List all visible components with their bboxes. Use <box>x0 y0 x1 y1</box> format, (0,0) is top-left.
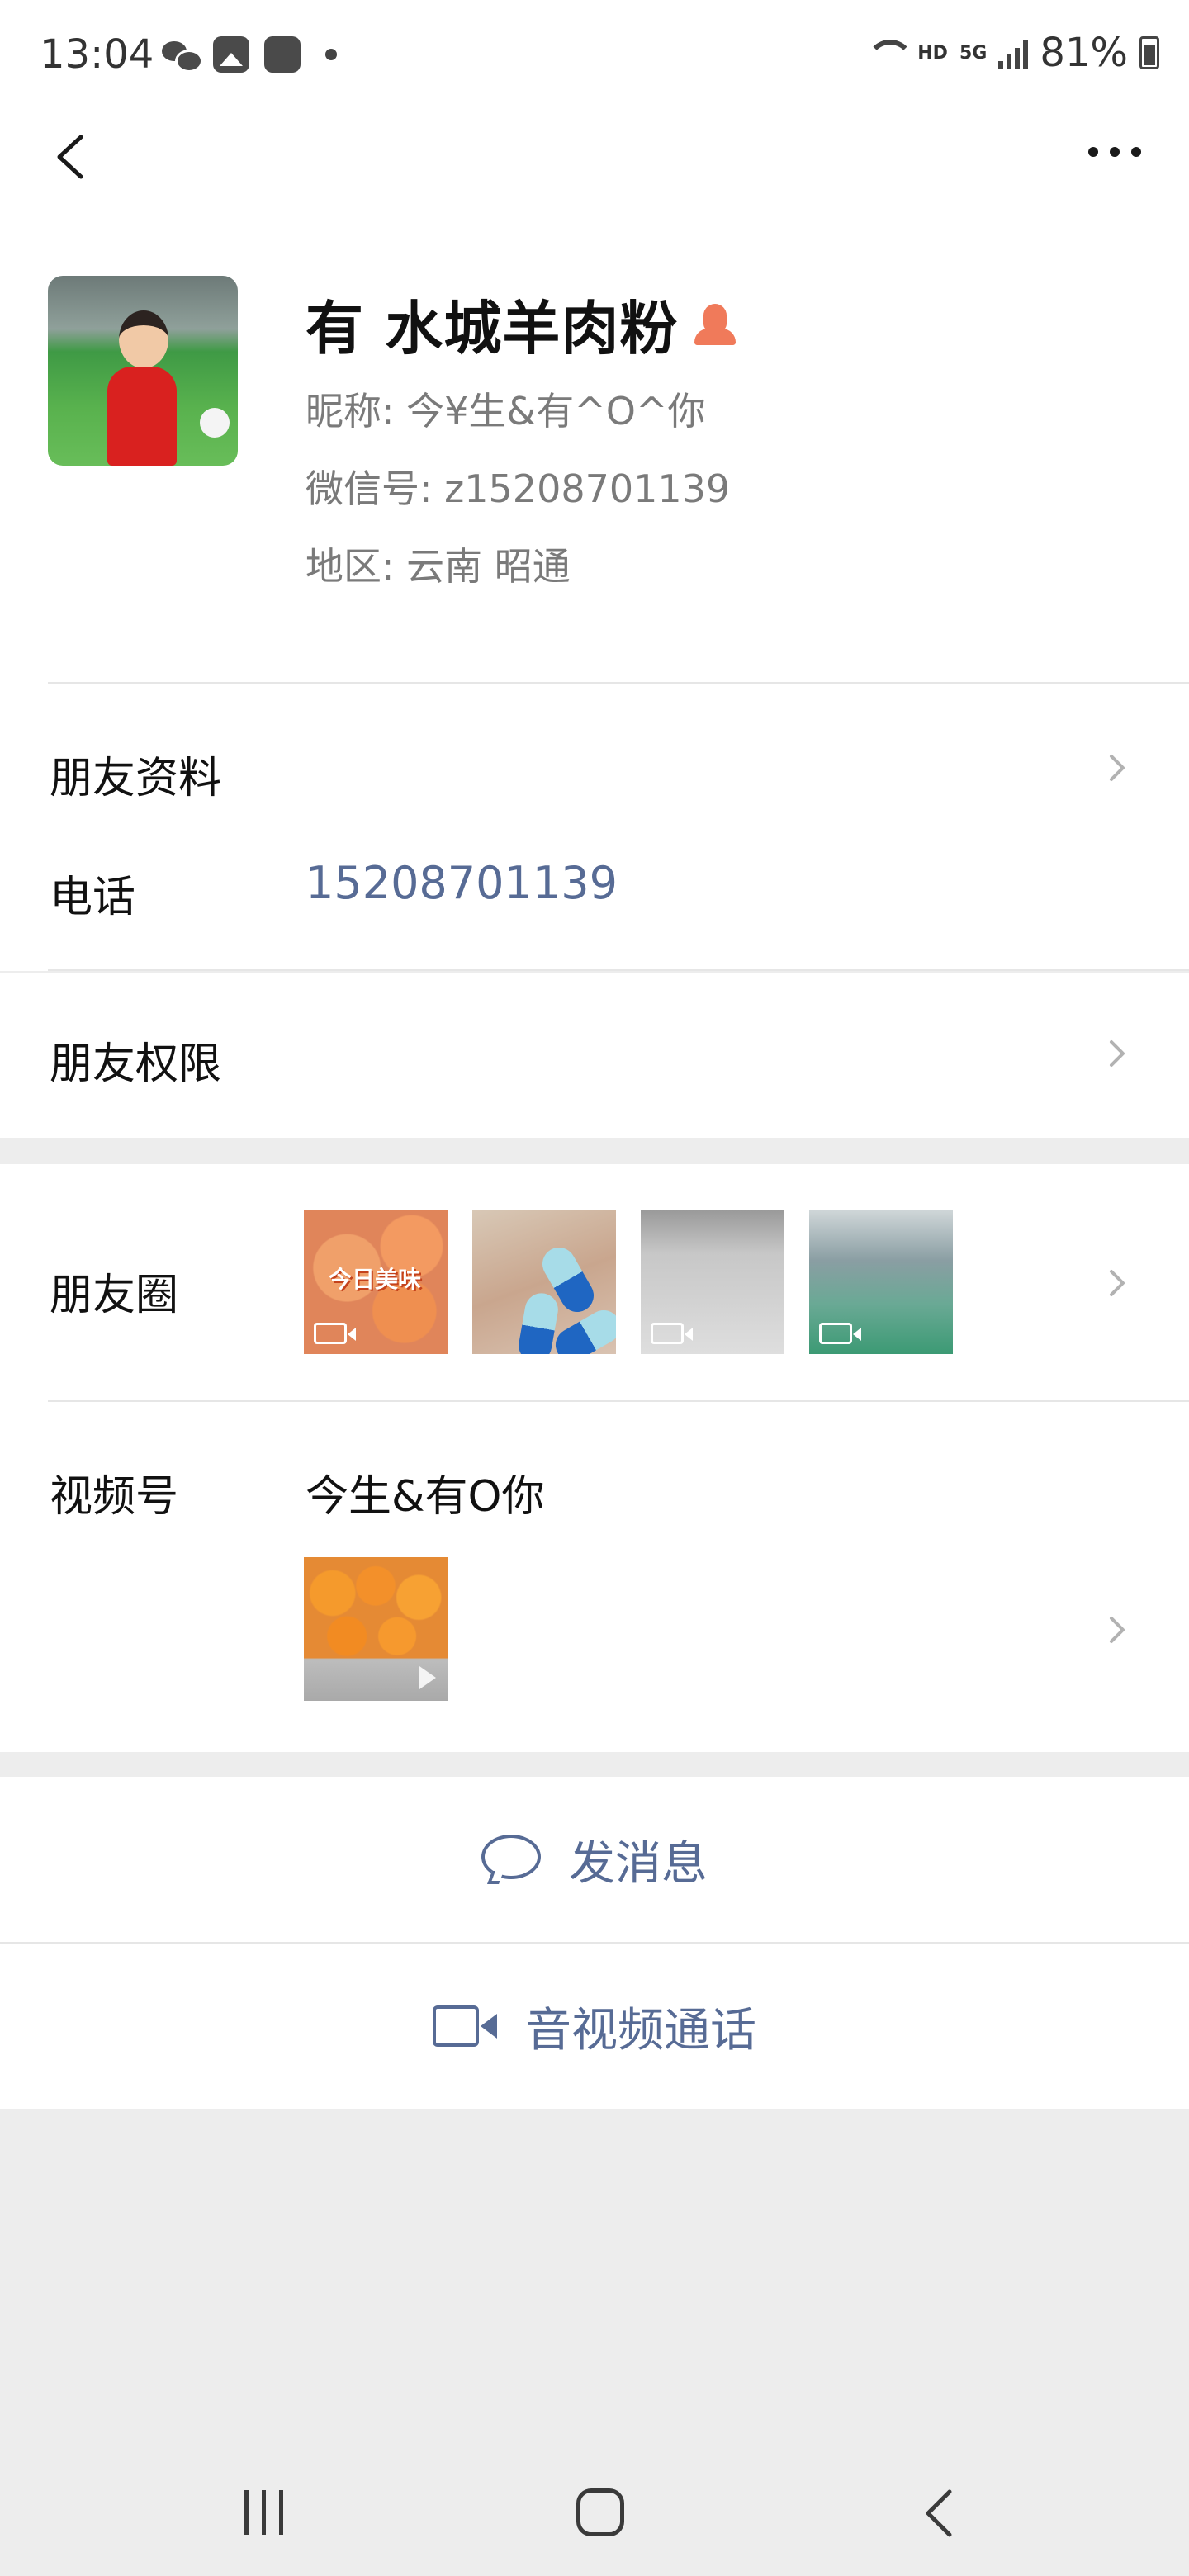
friend-permissions-label: 朋友权限 <box>50 1039 222 1089</box>
phone-number-link[interactable]: 15208701139 <box>306 857 618 909</box>
play-icon <box>419 1666 436 1689</box>
channel-thumbnail <box>304 1557 448 1701</box>
hd-label: HD <box>917 42 948 64</box>
female-gender-icon <box>693 302 737 347</box>
avatar[interactable] <box>48 276 238 466</box>
gallery-notification-icon <box>213 36 249 73</box>
chevron-right-icon <box>1110 1040 1125 1067</box>
system-navigation-bar <box>0 2419 1189 2576</box>
wechat-id: 微信号: z15208701139 <box>306 466 731 511</box>
phone-label: 电话 <box>50 873 136 922</box>
contact-name: 有 水城羊肉粉 <box>306 295 679 362</box>
moment-thumbnail: 今日美味 <box>304 1210 448 1354</box>
wifi-icon <box>865 36 915 69</box>
nickname: 昵称: 今¥生&有^O^你 <box>306 389 706 433</box>
status-time: 13:04 <box>40 31 154 78</box>
video-camera-icon <box>433 2005 497 2047</box>
chevron-right-icon <box>1110 1617 1125 1643</box>
name-row: 有 水城羊肉粉 <box>306 282 737 366</box>
moments-row[interactable]: 朋友圈 今日美味 <box>0 1164 1189 1402</box>
friend-info-section: 朋友资料 电话 15208701139 <box>0 685 1189 971</box>
network-gen-label: 5G <box>959 42 988 64</box>
region: 地区: 云南 昭通 <box>306 544 571 589</box>
video-badge-icon <box>651 1323 693 1344</box>
notification-icons <box>162 36 337 73</box>
more-dots-icon[interactable] <box>1088 147 1141 157</box>
battery-percent: 81% <box>1040 30 1128 76</box>
status-right: HD 5G 81% <box>865 30 1159 76</box>
thumbnail-caption: 今日美味 <box>329 1266 422 1293</box>
signal-icon <box>998 36 1029 69</box>
moments-label: 朋友圈 <box>50 1271 179 1320</box>
channel-name: 今生&有O你 <box>306 1472 545 1522</box>
phone-row: 电话 15208701139 <box>0 809 1189 971</box>
friend-permissions-row[interactable]: 朋友权限 <box>0 973 1189 1138</box>
video-badge-icon <box>819 1323 861 1344</box>
recent-apps-icon[interactable] <box>244 2490 283 2535</box>
system-back-icon[interactable] <box>917 2487 969 2540</box>
wechat-notification-icon <box>162 36 203 73</box>
top-nav-bar <box>0 107 1189 206</box>
moments-channels-section: 朋友圈 今日美味 视频号 今生&有O你 <box>0 1164 1189 1752</box>
divider <box>48 682 1189 684</box>
chat-bubble-icon <box>481 1835 541 1884</box>
video-call-button[interactable]: 音视频通话 <box>0 1944 1189 2109</box>
moments-thumbnails: 今日美味 <box>304 1210 953 1354</box>
friend-info-label: 朋友资料 <box>50 754 222 803</box>
send-message-label: 发消息 <box>569 1836 708 1891</box>
more-notifications-dot-icon <box>325 49 337 60</box>
channels-row[interactable]: 视频号 今生&有O你 <box>0 1402 1189 1752</box>
chevron-right-icon <box>1110 1270 1125 1296</box>
moment-thumbnail <box>641 1210 784 1354</box>
video-call-label: 音视频通话 <box>525 2003 756 2057</box>
friend-info-row[interactable]: 朋友资料 <box>0 685 1189 809</box>
moment-thumbnail <box>472 1210 616 1354</box>
moment-thumbnail <box>809 1210 953 1354</box>
status-bar: 13:04 HD 5G 81% <box>0 0 1189 107</box>
back-chevron-icon[interactable] <box>48 132 97 182</box>
profile-card: 有 水城羊肉粉 昵称: 今¥生&有^O^你 微信号: z15208701139 … <box>0 206 1189 685</box>
send-message-button[interactable]: 发消息 <box>0 1777 1189 1942</box>
app-notification-icon <box>264 36 301 73</box>
battery-icon <box>1139 36 1159 69</box>
chevron-right-icon <box>1110 755 1125 781</box>
video-badge-icon <box>314 1323 356 1344</box>
home-icon[interactable] <box>576 2488 624 2536</box>
channels-label: 视频号 <box>50 1472 179 1522</box>
divider <box>48 969 1189 971</box>
